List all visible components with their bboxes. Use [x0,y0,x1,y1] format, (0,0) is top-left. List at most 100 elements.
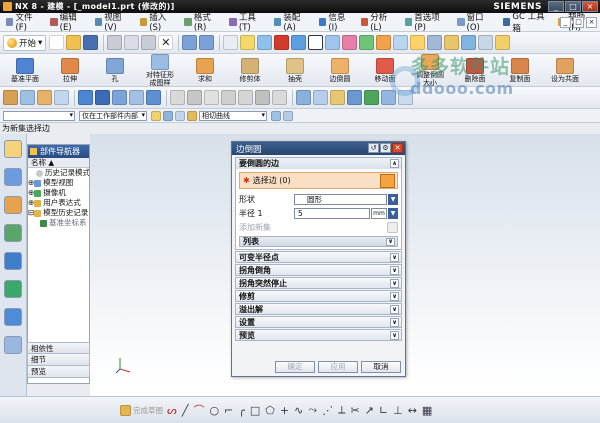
cone-icon[interactable] [37,90,52,105]
fillet-icon[interactable]: ⌐ [224,404,233,417]
doc-minimize-button[interactable]: _ [560,16,571,28]
finish-sketch-icon[interactable] [120,404,131,416]
corner-setback-section[interactable]: 拐角倒角 ∨ [235,264,402,276]
chevron-down-icon[interactable]: ∨ [386,238,395,246]
stop-short-of-corner-section[interactable]: 拐角突然停止 ∨ [235,277,402,289]
chevron-down-icon[interactable]: ∨ [390,266,399,275]
chevron-down-icon[interactable]: ∨ [390,279,399,288]
dialog-close-icon[interactable]: ✕ [392,143,403,153]
chevron-down-icon[interactable]: ∨ [390,318,399,327]
new-file-icon[interactable] [49,35,65,50]
layer-icon[interactable] [359,35,375,50]
tree-item[interactable]: 基准坐标系 [28,218,89,228]
line-icon[interactable]: ╱ [182,404,189,417]
orient-icon[interactable] [291,35,307,50]
menu-file[interactable]: 文件(F) [2,11,46,33]
chamfer-sketch-icon[interactable]: ╭ [238,404,245,417]
web-browser-tab-icon[interactable] [4,252,22,270]
tree-item[interactable]: ⊟ 模型历史记录 [28,208,89,218]
revolve-icon[interactable] [78,90,93,105]
shell-tool[interactable]: 抽壳 [273,57,317,83]
intent-icon[interactable] [187,110,197,121]
settings-icon[interactable]: ⚙ [380,143,391,153]
fit-view-icon[interactable] [223,35,239,50]
paste-icon[interactable] [141,35,157,50]
settings-section[interactable]: 设置 ∨ [235,316,402,328]
menu-preferences[interactable]: 首选项(P) [401,11,453,33]
hide-icon[interactable] [427,35,443,50]
preview-section[interactable]: 预览 [27,366,90,378]
chevron-down-icon[interactable]: ∨ [390,292,399,301]
menu-window[interactable]: 窗口(O) [453,11,499,33]
view-section-icon[interactable] [393,35,409,50]
column-header-name[interactable]: 名称 ▲ [28,158,89,168]
menu-insert[interactable]: 插入(S) [136,11,181,33]
assembly-navigator-tab-icon[interactable] [4,168,22,186]
cancel-button[interactable]: 取消 [361,361,401,373]
cut-icon[interactable] [107,35,123,50]
boss-icon[interactable] [129,90,144,105]
preview-section-dialog[interactable]: 预览 ∨ [235,329,402,341]
circle-icon[interactable]: ○ [209,404,219,417]
snap-point-icon[interactable] [151,110,161,121]
apply-button[interactable]: 应用 [318,361,358,373]
thicken-icon[interactable] [221,90,236,105]
block-icon[interactable] [3,90,18,105]
studio-spline-icon[interactable]: ∿ [294,404,303,417]
system-materials-tab-icon[interactable] [4,308,22,326]
rectangle-icon[interactable]: □ [250,404,260,417]
split-body-icon[interactable] [255,90,270,105]
undo-icon[interactable] [182,35,198,50]
menu-edit[interactable]: 编辑(E) [46,11,91,33]
pocket-icon[interactable] [146,90,161,105]
sphere-icon[interactable] [54,90,69,105]
dimension-icon[interactable]: ↔ [408,404,417,417]
dialog-title-bar[interactable]: 边倒圆 ↺ ⚙ ✕ [232,142,405,155]
details-section[interactable]: 细节 [27,354,90,366]
tree-item[interactable]: ⊕ 模型视图 [28,178,89,188]
background-icon[interactable] [308,35,324,50]
delete-icon[interactable]: ✕ [158,35,174,50]
datum-plane-tool[interactable]: 基准平面 [3,57,47,83]
rotate-icon[interactable] [257,35,273,50]
offset-face-icon[interactable] [204,90,219,105]
mirror-icon[interactable] [296,90,311,105]
part-navigator-tab-icon[interactable] [4,140,22,158]
type-filter-combo[interactable] [3,110,75,121]
trim-curve-icon[interactable]: ✂ [350,404,359,417]
chevron-down-icon[interactable]: ▼ [388,193,398,205]
sweep-icon[interactable] [95,90,110,105]
reuse-library-tab-icon[interactable] [4,224,22,242]
display-icon[interactable] [325,35,341,50]
add-set-icon[interactable] [387,221,398,233]
hole-tool[interactable]: 孔 [93,57,137,83]
polygon-icon[interactable]: ⬠ [265,404,275,417]
color-icon[interactable] [342,35,358,50]
mirror-curve-icon[interactable]: ⟂ [338,403,345,417]
tree-item[interactable]: 历史记录模式 [28,168,89,178]
shaded-icon[interactable] [274,35,290,50]
edge-selection-icon[interactable] [380,174,395,188]
stop-at-intersection-icon[interactable] [271,110,281,121]
patch-icon[interactable] [347,90,362,105]
pin-icon[interactable] [30,148,37,155]
chevron-down-icon[interactable]: ▼ [388,207,398,219]
edge-blend-tool[interactable]: 边倒圆 [318,57,362,83]
thread-icon[interactable] [381,90,396,105]
point-icon[interactable]: + [280,404,289,417]
chevron-down-icon[interactable]: ∨ [390,305,399,314]
roles-tab-icon[interactable] [4,336,22,354]
offset-curve-icon[interactable]: ⤳ [308,403,317,417]
trim-body-tool[interactable]: 修剪体 [228,57,272,83]
filter-icon[interactable] [163,110,173,121]
wcs-icon[interactable] [376,35,392,50]
chamfer-icon[interactable] [170,90,185,105]
snap-icon[interactable] [461,35,477,50]
grid-icon[interactable] [478,35,494,50]
ruler-icon[interactable] [495,35,511,50]
select-all-icon[interactable] [175,110,185,121]
menu-info[interactable]: 信息(I) [315,11,357,33]
tree-item[interactable]: ⊕ 用户表达式 [28,198,89,208]
redo-icon[interactable] [199,35,215,50]
menu-view[interactable]: 视图(V) [91,11,136,33]
